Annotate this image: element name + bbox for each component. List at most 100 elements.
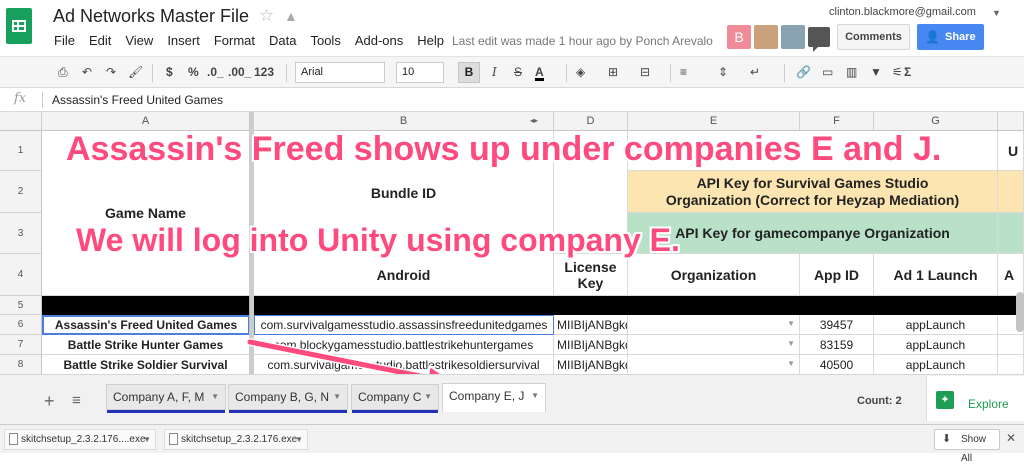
dropdown-arrow-icon[interactable]: ▼ bbox=[787, 359, 795, 368]
menu-edit[interactable]: Edit bbox=[89, 33, 111, 48]
vertical-align-icon[interactable]: ⇕ bbox=[718, 65, 728, 79]
explore-label[interactable]: Explore bbox=[968, 397, 1009, 411]
license-key-header[interactable]: License Key bbox=[554, 254, 628, 296]
increase-decimal-button[interactable]: .00_ bbox=[228, 65, 251, 79]
selection-count[interactable]: Count: 2 bbox=[857, 395, 902, 407]
chevron-down-icon[interactable]: ▼ bbox=[211, 385, 219, 409]
avatar[interactable] bbox=[781, 25, 805, 49]
partial-header-u[interactable]: U bbox=[998, 131, 1024, 171]
borders-icon[interactable]: ⊞ bbox=[608, 65, 618, 79]
organization-cell[interactable]: ▼ bbox=[628, 335, 800, 355]
license-cell[interactable]: MIIBIjANBgkq bbox=[554, 335, 628, 355]
row-header-3[interactable]: 3 bbox=[0, 213, 42, 254]
row-header-2[interactable]: 2 bbox=[0, 171, 42, 213]
chevron-down-icon[interactable]: ▼ bbox=[531, 384, 539, 408]
row-header-6[interactable]: 6 bbox=[0, 315, 42, 335]
launch-cell[interactable]: appLaunch bbox=[874, 315, 998, 335]
menu-tools[interactable]: Tools bbox=[310, 33, 340, 48]
dropdown-arrow-icon[interactable]: ▼ bbox=[787, 339, 795, 348]
filter-icon[interactable]: ▼ bbox=[870, 65, 882, 79]
separator-row-cell[interactable] bbox=[254, 296, 1024, 315]
formula-input[interactable]: Assassin's Freed United Games bbox=[52, 93, 223, 107]
sheets-logo-icon[interactable] bbox=[6, 8, 32, 44]
game-cell[interactable]: Battle Strike Soldier Survival bbox=[42, 355, 250, 374]
menu-format[interactable]: Format bbox=[214, 33, 255, 48]
print-icon[interactable]: ⎙ bbox=[58, 65, 68, 80]
fill-color-icon[interactable]: ◈ bbox=[576, 65, 585, 79]
partial-header-a[interactable]: A bbox=[998, 254, 1024, 296]
license-cell[interactable]: MIIBIjANBgkq bbox=[554, 355, 628, 374]
download-item[interactable]: skitchsetup_2.3.2.176....exe ▼ bbox=[4, 429, 156, 450]
decrease-decimal-button[interactable]: .0_ bbox=[207, 65, 224, 79]
column-header-f[interactable]: F bbox=[800, 112, 874, 131]
separator-row-cell[interactable] bbox=[42, 296, 250, 315]
number-format-button[interactable]: 123 bbox=[254, 65, 274, 79]
app-id-header[interactable]: App ID bbox=[800, 254, 874, 296]
currency-format-button[interactable]: $ bbox=[166, 65, 173, 79]
chevron-down-icon[interactable]: ▼ bbox=[143, 430, 151, 449]
vertical-scrollbar[interactable] bbox=[1016, 292, 1024, 332]
bundle-cell[interactable]: com.survivalgamesstudio.assassinsfreedun… bbox=[254, 315, 554, 335]
comments-button[interactable]: Comments bbox=[837, 24, 910, 50]
menu-view[interactable]: View bbox=[125, 33, 153, 48]
chevron-down-icon[interactable]: ▼ bbox=[992, 8, 1001, 18]
chevron-down-icon[interactable]: ▼ bbox=[295, 430, 303, 449]
redo-icon[interactable]: ↷ bbox=[106, 65, 116, 79]
italic-button[interactable]: I bbox=[492, 65, 497, 79]
insert-chart-icon[interactable]: ▥ bbox=[846, 65, 857, 79]
chevron-down-icon[interactable]: ▼ bbox=[333, 385, 341, 409]
horizontal-align-icon[interactable]: ≡ bbox=[680, 65, 687, 79]
menu-addons[interactable]: Add-ons bbox=[355, 33, 403, 48]
add-sheet-icon[interactable]: + bbox=[44, 391, 55, 412]
functions-icon[interactable]: ⚟ bbox=[892, 65, 903, 79]
api-key-survival-overflow[interactable] bbox=[998, 171, 1024, 213]
paint-format-icon[interactable]: 🖌 bbox=[128, 65, 143, 79]
ad1-launch-header[interactable]: Ad 1 Launch bbox=[874, 254, 998, 296]
menu-data[interactable]: Data bbox=[269, 33, 296, 48]
overflow-cell[interactable] bbox=[998, 335, 1024, 355]
license-cell[interactable]: MIIBIjANBgkq bbox=[554, 315, 628, 335]
font-size-select[interactable]: 10 bbox=[396, 62, 444, 83]
column-header-b[interactable]: B bbox=[254, 112, 554, 131]
select-all-corner[interactable] bbox=[0, 112, 42, 131]
app-id-cell[interactable]: 83159 bbox=[800, 335, 874, 355]
menu-insert[interactable]: Insert bbox=[167, 33, 200, 48]
organization-header[interactable]: Organization bbox=[628, 254, 800, 296]
text-color-button[interactable]: A bbox=[535, 65, 544, 81]
sheet-tab-company-c[interactable]: Company C ▼ bbox=[351, 384, 439, 413]
merge-cells-icon[interactable]: ⊟ bbox=[640, 65, 650, 79]
app-id-cell[interactable]: 40500 bbox=[800, 355, 874, 374]
chevron-down-icon[interactable]: ▼ bbox=[424, 385, 432, 409]
font-family-select[interactable]: Arial bbox=[295, 62, 385, 83]
row-header-1[interactable]: 1 bbox=[0, 131, 42, 171]
insert-comment-icon[interactable]: ▭ bbox=[822, 65, 833, 79]
column-header-a[interactable]: A bbox=[42, 112, 250, 131]
document-title[interactable]: Ad Networks Master File bbox=[53, 6, 249, 27]
drive-folder-icon[interactable]: ▲ bbox=[284, 8, 298, 24]
bold-button[interactable]: B bbox=[458, 62, 480, 83]
avatar[interactable]: B bbox=[727, 25, 751, 49]
close-icon[interactable]: ✕ bbox=[1006, 431, 1016, 445]
sheet-tab-company-b[interactable]: Company B, G, N ▼ bbox=[228, 384, 348, 413]
column-header-d[interactable]: D bbox=[554, 112, 628, 131]
menu-help[interactable]: Help bbox=[417, 33, 444, 48]
insert-link-icon[interactable]: 🔗 bbox=[796, 65, 811, 79]
sheet-tab-company-a[interactable]: Company A, F, M ▼ bbox=[106, 384, 226, 413]
android-header[interactable]: Android bbox=[254, 254, 554, 296]
organization-cell[interactable]: ▼ bbox=[628, 355, 800, 374]
last-edit-link[interactable]: Last edit was made 1 hour ago by Ponch A… bbox=[452, 34, 713, 48]
column-header-e[interactable]: E bbox=[628, 112, 800, 131]
sheet-tab-company-e[interactable]: Company E, J ▼ bbox=[442, 383, 546, 412]
undo-icon[interactable]: ↶ bbox=[82, 65, 92, 79]
app-id-cell[interactable]: 39457 bbox=[800, 315, 874, 335]
chat-icon[interactable] bbox=[808, 27, 830, 52]
row-header-4[interactable]: 4 bbox=[0, 254, 42, 296]
avatar[interactable] bbox=[754, 25, 778, 49]
sum-function-button[interactable]: Σ bbox=[904, 65, 911, 79]
api-key-gamecompanye-overflow[interactable] bbox=[998, 213, 1024, 254]
organization-cell[interactable]: ▼ bbox=[628, 315, 800, 335]
column-header-g[interactable]: G bbox=[874, 112, 998, 131]
dropdown-arrow-icon[interactable]: ▼ bbox=[787, 319, 795, 328]
overflow-cell[interactable] bbox=[998, 355, 1024, 374]
download-item[interactable]: skitchsetup_2.3.2.176.exe ▼ bbox=[164, 429, 308, 450]
